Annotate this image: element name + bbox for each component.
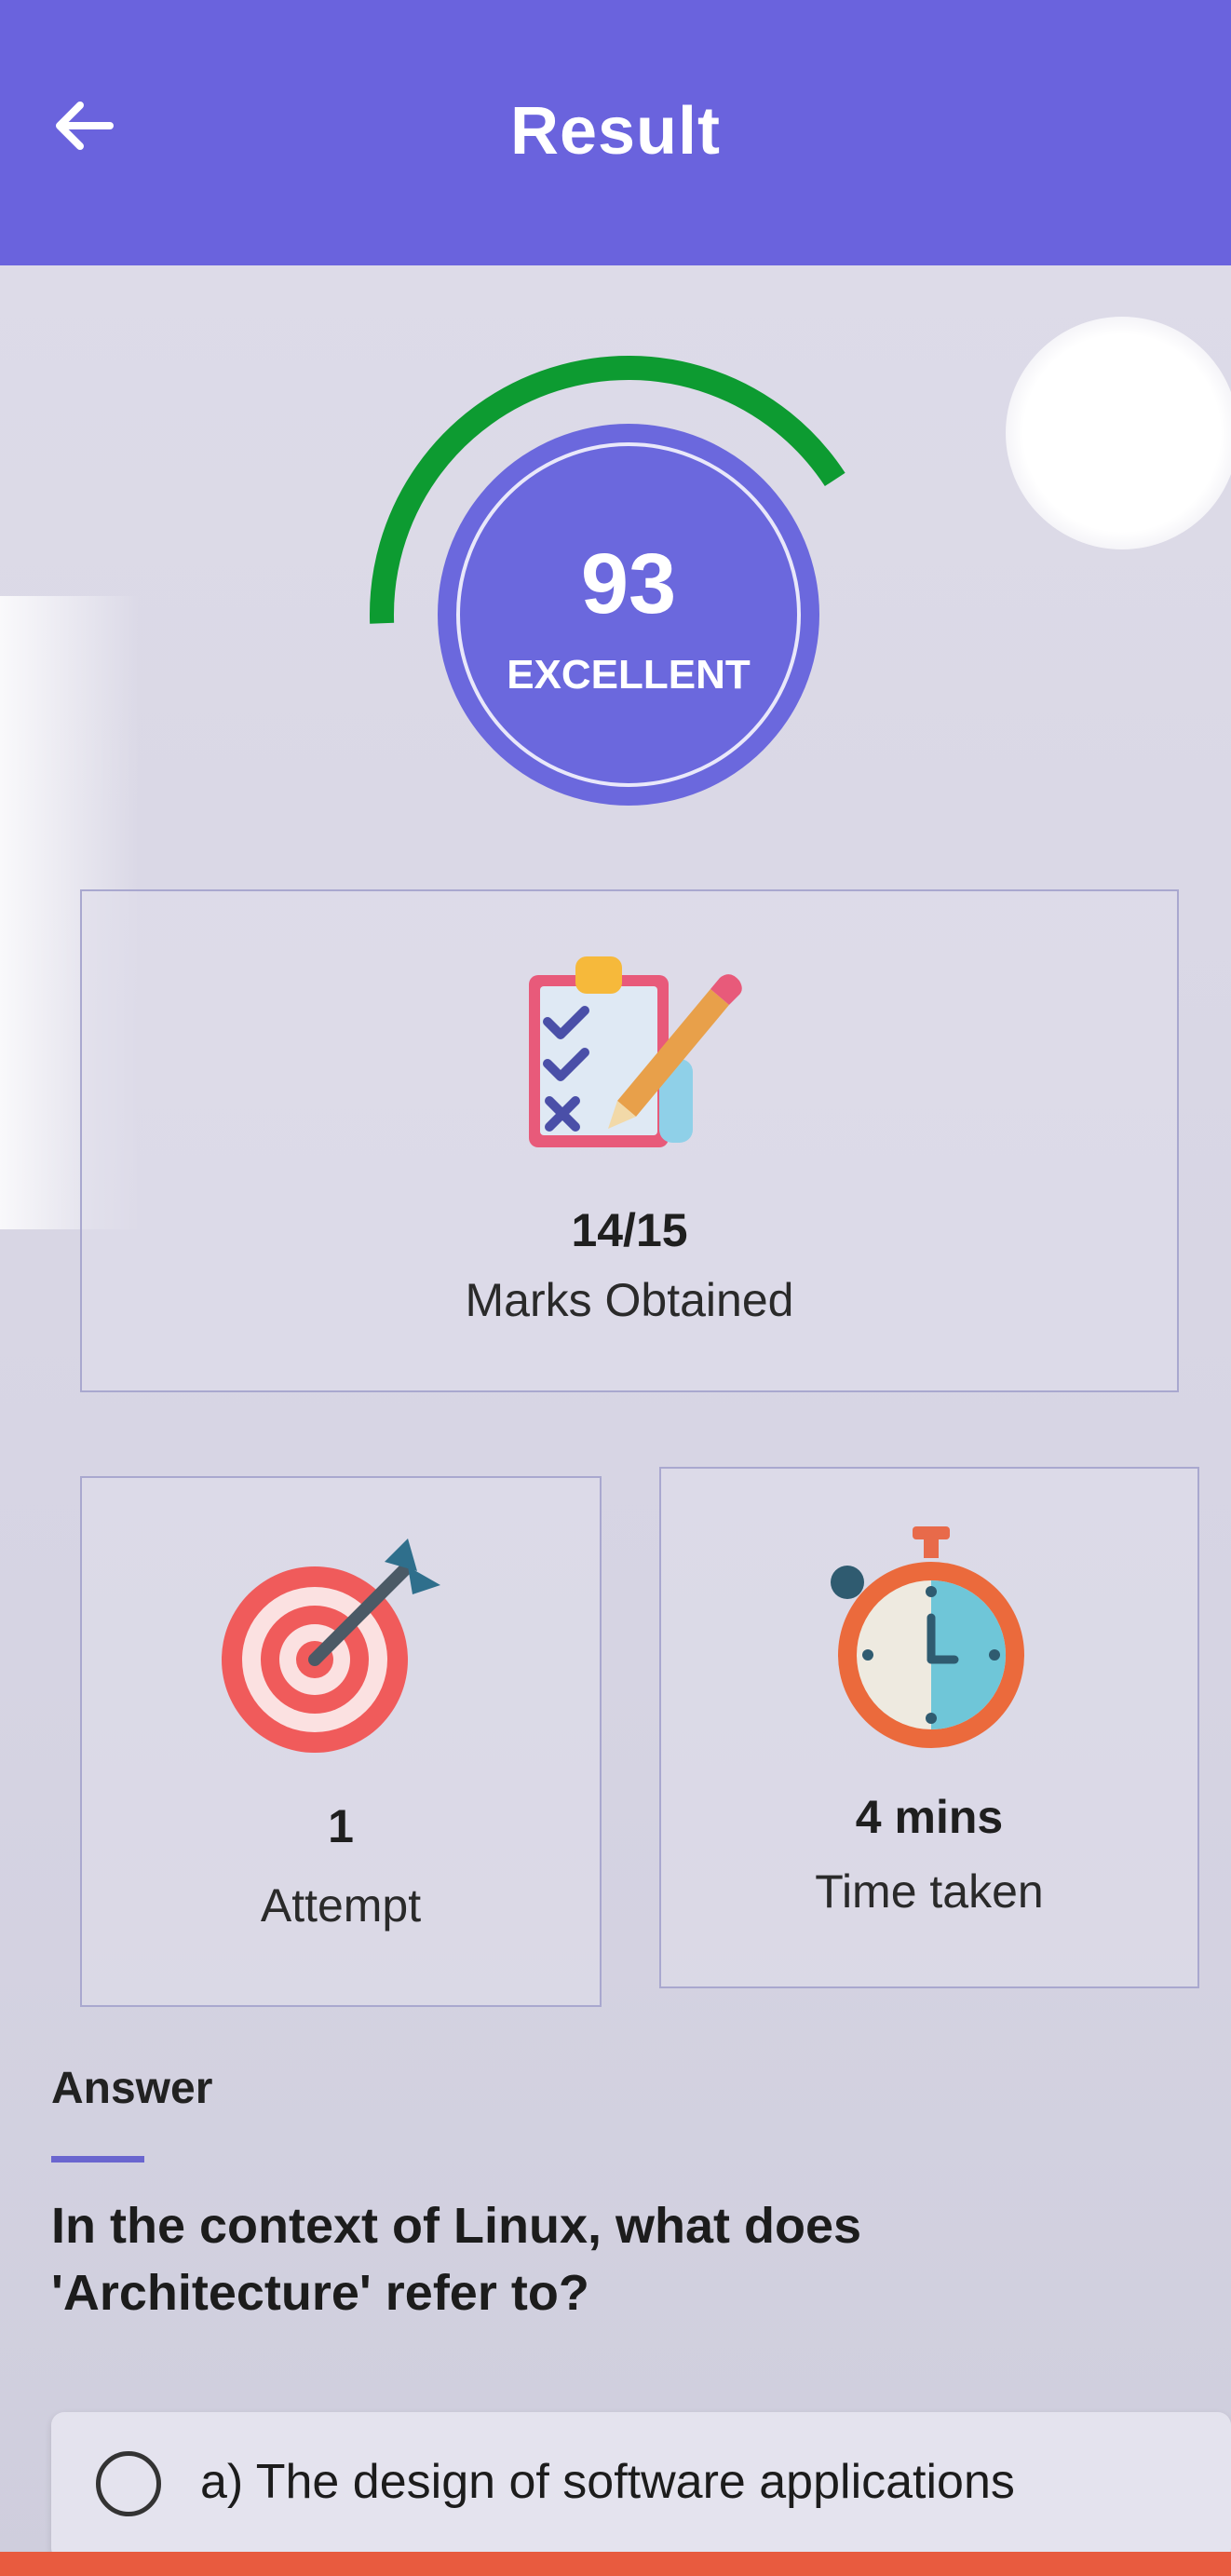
answer-heading: Answer (51, 2064, 213, 2113)
time-label: Time taken (815, 1865, 1044, 1918)
marks-card: 14/15 Marks Obtained (80, 889, 1179, 1392)
stopwatch-icon (819, 1525, 1043, 1753)
marks-label: Marks Obtained (465, 1274, 794, 1326)
score-rating: EXCELLENT (507, 652, 751, 698)
option-radio[interactable] (96, 2451, 161, 2516)
app-bar: Result (0, 0, 1231, 265)
clipboard-checklist-icon (520, 947, 743, 1157)
score-gauge: 93 EXCELLENT (354, 335, 894, 820)
answer-underline (51, 2156, 144, 2162)
time-card: 4 mins Time taken (659, 1467, 1199, 1988)
score-value: 93 (580, 536, 677, 631)
score-circle: 93 EXCELLENT (438, 424, 819, 806)
attempt-value: 1 (328, 1800, 354, 1852)
page-title: Result (509, 94, 722, 169)
option-text: a) The design of software applications (200, 2455, 1015, 2509)
question-text: In the context of Linux, what does 'Arch… (51, 2198, 862, 2321)
attempt-card: 1 Attempt (80, 1476, 602, 2007)
time-value: 4 mins (855, 1791, 1004, 1843)
target-dart-icon (222, 1534, 445, 1762)
bottom-bar (0, 2552, 1231, 2576)
answer-option[interactable]: a) The design of software applications (51, 2412, 1231, 2561)
marks-value: 14/15 (571, 1204, 688, 1256)
screen-glare (1006, 317, 1231, 549)
attempt-label: Attempt (260, 1879, 422, 1932)
